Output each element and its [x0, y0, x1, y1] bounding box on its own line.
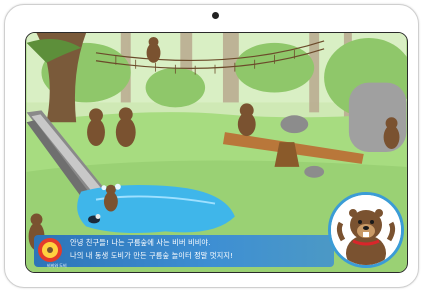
- game-logo-icon: [38, 238, 62, 262]
- game-screen[interactable]: 비비와 도비 안녕 친구들! 나는 구름숲에 사는 비버 비비야. 나의 내 동…: [25, 32, 408, 273]
- story-text-line-1: 안녕 친구들! 나는 구름숲에 사는 비버 비비야.: [70, 238, 211, 247]
- logo-sub-label: 비비와 도비: [47, 263, 67, 268]
- camera-icon: [212, 12, 219, 19]
- story-text-line-2: 나의 내 동생 도비가 만든 구름숲 놀이터 정말 멋지지!: [70, 251, 234, 260]
- tablet-frame: 비비와 도비 안녕 친구들! 나는 구름숲에 사는 비버 비비야. 나의 내 동…: [4, 4, 419, 288]
- beaver-character-icon: [331, 195, 401, 265]
- beaver-avatar[interactable]: [328, 192, 404, 268]
- beaver-on-seesaw: [237, 103, 256, 137]
- beaver-right: [383, 117, 400, 150]
